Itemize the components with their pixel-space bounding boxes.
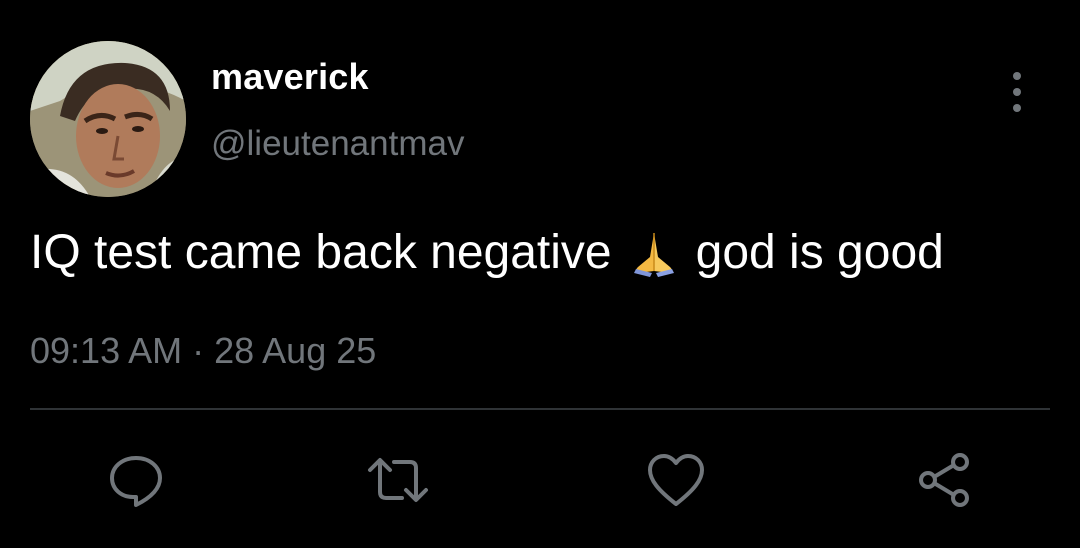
like-button[interactable] [644, 448, 708, 512]
reply-icon [110, 456, 162, 507]
retweet-icon [368, 458, 428, 502]
tweet-text-before: IQ test came back negative [30, 226, 612, 279]
retweet-button[interactable] [366, 448, 430, 512]
tweet-text-after: god is good [695, 226, 944, 279]
share-icon [919, 453, 969, 507]
avatar[interactable] [30, 41, 186, 197]
avatar-image [30, 41, 186, 197]
display-name[interactable]: maverick [211, 56, 369, 98]
share-button[interactable] [912, 448, 976, 512]
like-icon [648, 454, 704, 506]
tweet-text: IQ test came back negative god is good [30, 225, 944, 280]
more-dot [1013, 104, 1021, 112]
more-options-icon[interactable] [1000, 72, 1034, 112]
tweet-card: maverick @lieutenantmav IQ test came bac… [0, 0, 1080, 548]
more-dot [1013, 88, 1021, 96]
folded-hands-emoji-icon [628, 227, 680, 279]
tweet-timestamp[interactable]: 09:13 AM · 28 Aug 25 [30, 330, 376, 372]
more-dot [1013, 72, 1021, 80]
reply-button[interactable] [104, 448, 168, 512]
user-handle[interactable]: @lieutenantmav [211, 124, 464, 164]
divider [30, 408, 1050, 410]
